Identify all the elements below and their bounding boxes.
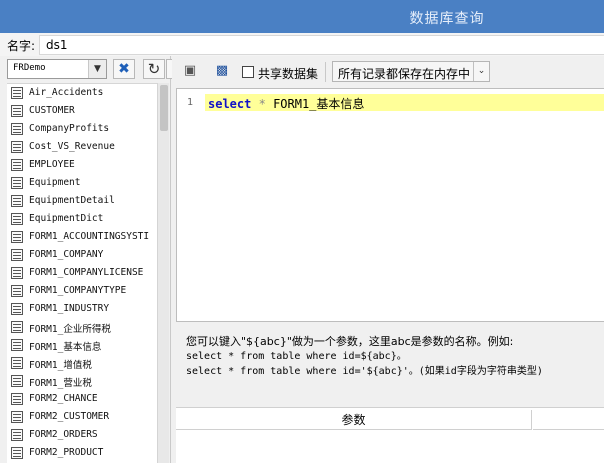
parameters-table: 参数 <box>176 407 604 463</box>
sql-code-line[interactable]: select * FORM1_基本信息 <box>208 95 364 112</box>
table-icon <box>11 249 23 261</box>
refresh-icon: ↻ <box>147 60 161 78</box>
list-item[interactable]: Cost_VS_Revenue <box>7 138 157 156</box>
list-item[interactable]: FORM1_INDUSTRY <box>7 300 157 318</box>
list-item[interactable]: FORM1_COMPANYLICENSE <box>7 264 157 282</box>
table-icon <box>11 393 23 405</box>
hint-line-1: 您可以键入"${abc}"做为一个参数，这里abc是参数的名称。例如: <box>186 335 514 348</box>
wrench-icon: ✖ <box>118 61 130 77</box>
preview-icon: ▣ <box>183 63 197 78</box>
preview-button[interactable]: ▣ <box>180 61 200 81</box>
table-icon <box>11 87 23 99</box>
hint-line-3: select * from table where id='${abc}'。(如… <box>186 366 543 377</box>
table-icon <box>11 285 23 297</box>
table-icon <box>11 177 23 189</box>
share-dataset-label: 共享数据集 <box>258 67 319 81</box>
table-icon <box>11 141 23 153</box>
table-icon <box>11 447 23 459</box>
table-icon <box>11 213 23 225</box>
table-list: Air_Accidents CUSTOMER CompanyProfits Co… <box>7 83 157 463</box>
memory-mode-select[interactable]: 所有记录都保存在内存中 ⌄ <box>332 61 490 82</box>
list-item[interactable]: EquipmentDict <box>7 210 157 228</box>
list-item[interactable]: FORM1_营业税 <box>7 372 157 390</box>
share-dataset-checkbox[interactable] <box>242 66 254 78</box>
toolbar-divider <box>325 62 326 82</box>
list-item[interactable]: FORM1_增值税 <box>7 354 157 372</box>
save-button[interactable]: ▩ <box>212 61 232 81</box>
list-item[interactable]: FORM2_CHANCE <box>7 390 157 408</box>
parameter-hint: 您可以键入"${abc}"做为一个参数，这里abc是参数的名称。例如: sele… <box>186 334 543 379</box>
table-icon <box>11 123 23 135</box>
list-item[interactable]: FORM2_CUSTOMER <box>7 408 157 426</box>
table-icon <box>11 375 23 387</box>
refresh-button[interactable]: ↻ <box>143 59 165 79</box>
list-item[interactable]: CUSTOMER <box>7 102 157 120</box>
list-item[interactable]: FORM1_企业所得税 <box>7 318 157 336</box>
parameters-header: 参数 <box>176 410 532 430</box>
left-panel: FRDemo ▼ ✖ ↻ Air_Accidents CUSTOMER Comp… <box>0 56 172 463</box>
sql-editor[interactable]: 1 select * FORM1_基本信息 <box>176 88 604 322</box>
table-icon <box>11 429 23 441</box>
list-item[interactable]: Equipment <box>7 174 157 192</box>
memory-mode-value: 所有记录都保存在内存中 <box>338 67 471 81</box>
table-icon <box>11 231 23 243</box>
sql-table-name: FORM1_基本信息 <box>273 97 365 111</box>
table-list-scrollbar[interactable] <box>157 83 169 463</box>
datasource-value: FRDemo <box>13 63 46 73</box>
right-panel: ▣ ▩ 共享数据集 所有记录都保存在内存中 ⌄ 1 select * FORM1… <box>172 56 604 463</box>
list-item[interactable]: FORM1_基本信息 <box>7 336 157 354</box>
list-item[interactable]: FORM1_COMPANYTYPE <box>7 282 157 300</box>
list-item[interactable]: CompanyProfits <box>7 120 157 138</box>
parameters-header-blank <box>533 410 604 430</box>
table-icon <box>11 105 23 117</box>
window-title: 数据库查询 <box>409 11 485 27</box>
line-number: 1 <box>186 97 193 108</box>
scrollbar-thumb[interactable] <box>160 85 168 131</box>
list-item[interactable]: EMPLOYEE <box>7 156 157 174</box>
name-bar: 名字: ds1 <box>0 33 604 56</box>
table-icon <box>11 267 23 279</box>
list-item[interactable]: FORM1_ACCOUNTINGSYSTI <box>7 228 157 246</box>
sql-star: * <box>258 97 266 111</box>
chevron-down-icon[interactable]: ⌄ <box>473 62 489 81</box>
table-icon <box>11 357 23 369</box>
tools-button[interactable]: ✖ <box>113 59 135 79</box>
table-icon <box>11 303 23 315</box>
line-gutter: 1 <box>177 89 205 321</box>
table-icon <box>11 321 23 333</box>
hint-line-2: select * from table where id=${abc}。 <box>186 351 407 362</box>
table-icon <box>11 195 23 207</box>
floppy-icon: ▩ <box>215 63 229 78</box>
list-item[interactable]: FORM2_PRODUCT <box>7 444 157 462</box>
title-bar: 数据库查询 <box>0 0 604 33</box>
query-toolbar: ▣ ▩ 共享数据集 所有记录都保存在内存中 ⌄ <box>172 56 604 86</box>
table-icon <box>11 339 23 351</box>
table-icon <box>11 159 23 171</box>
list-item[interactable]: Air_Accidents <box>7 84 157 102</box>
name-label: 名字: <box>7 39 36 53</box>
chevron-down-icon[interactable]: ▼ <box>88 60 106 78</box>
list-item[interactable]: EquipmentDetail <box>7 192 157 210</box>
list-item[interactable]: FORM2_ORDERS <box>7 426 157 444</box>
table-icon <box>11 411 23 423</box>
list-item[interactable]: FORM1_COMPANY <box>7 246 157 264</box>
datasource-select[interactable]: FRDemo ▼ <box>7 59 107 79</box>
name-input[interactable]: ds1 <box>39 35 604 55</box>
sql-keyword: select <box>208 97 252 111</box>
